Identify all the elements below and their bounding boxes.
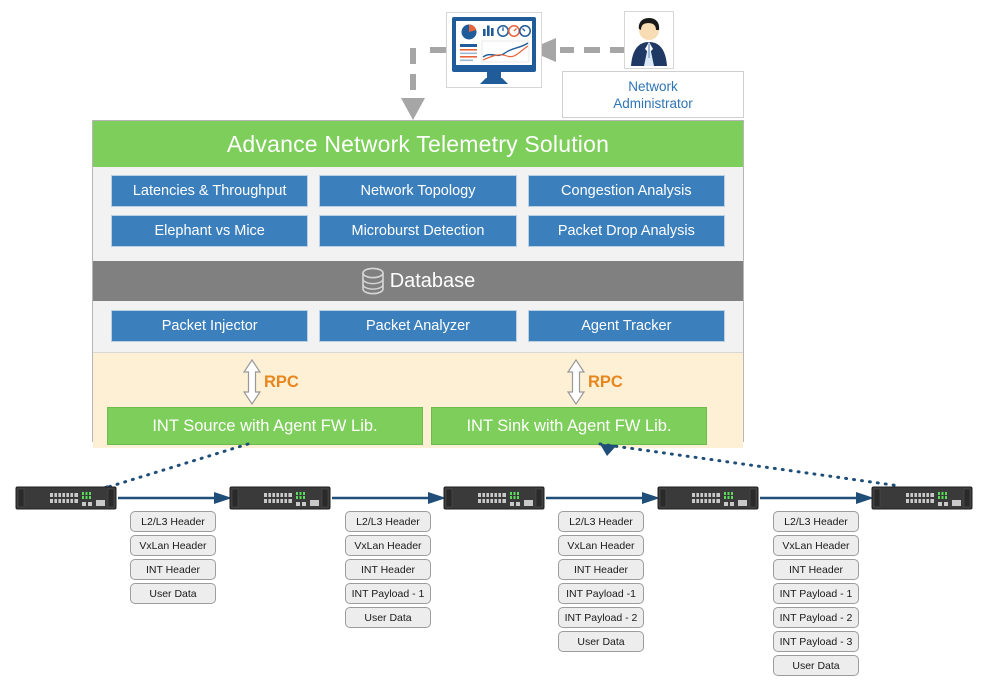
- person-avatar-icon: [625, 12, 673, 68]
- packet-layer: INT Payload - 3: [773, 631, 859, 652]
- packet-stack-1: L2/L3 Header VxLan Header INT Header Use…: [130, 511, 216, 607]
- packet-layer: INT Payload - 1: [773, 583, 859, 604]
- packet-layer: VxLan Header: [345, 535, 431, 556]
- service-packet-analyzer[interactable]: Packet Analyzer: [319, 310, 517, 342]
- feature-microburst-detection[interactable]: Microburst Detection: [319, 215, 517, 247]
- database-bar: Database: [93, 261, 743, 301]
- network-switch-icon: [15, 486, 117, 510]
- network-switch-2[interactable]: [229, 486, 331, 510]
- service-row: Packet Injector Packet Analyzer Agent Tr…: [111, 310, 725, 342]
- feature-row-1: Latencies & Throughput Network Topology …: [111, 175, 725, 207]
- packet-layer: User Data: [558, 631, 644, 652]
- dashboard-monitor-icon: [452, 17, 536, 84]
- packet-layer: INT Payload - 2: [773, 607, 859, 628]
- packet-layer: L2/L3 Header: [773, 511, 859, 532]
- database-cylinder-icon: [361, 267, 384, 295]
- service-buttons-zone: Packet Injector Packet Analyzer Agent Tr…: [93, 301, 743, 352]
- packet-stack-3: L2/L3 Header VxLan Header INT Header INT…: [558, 511, 644, 655]
- packet-layer: User Data: [773, 655, 859, 676]
- packet-layer: INT Header: [558, 559, 644, 580]
- int-source-to-first-switch-dotted-line: [90, 442, 250, 494]
- packet-layer: L2/L3 Header: [345, 511, 431, 532]
- service-agent-tracker[interactable]: Agent Tracker: [527, 310, 725, 342]
- packet-layer: User Data: [345, 607, 431, 628]
- admin-label-line1: Network: [628, 78, 678, 94]
- packet-layer: VxLan Header: [130, 535, 216, 556]
- diagram-canvas: Network Administrator Advance Network Te…: [0, 0, 982, 692]
- network-switch-icon: [443, 486, 545, 510]
- feature-row-2: Elephant vs Mice Microburst Detection Pa…: [111, 215, 725, 247]
- int-sink-agent-box[interactable]: INT Sink with Agent FW Lib.: [431, 407, 707, 445]
- int-sink-to-last-switch-dotted-line: [598, 442, 902, 488]
- feature-network-topology[interactable]: Network Topology: [319, 175, 517, 207]
- network-switch-icon: [229, 486, 331, 510]
- feature-elephant-vs-mice[interactable]: Elephant vs Mice: [111, 215, 309, 247]
- packet-stack-2: L2/L3 Header VxLan Header INT Header INT…: [345, 511, 431, 631]
- monitor-to-solution-arrowhead: [401, 98, 425, 120]
- packet-layer: User Data: [130, 583, 216, 604]
- network-switch-icon: [657, 486, 759, 510]
- packet-layer: INT Header: [345, 559, 431, 580]
- packet-stack-4: L2/L3 Header VxLan Header INT Header INT…: [773, 511, 859, 679]
- telemetry-solution-container: Advance Network Telemetry Solution Laten…: [92, 120, 744, 448]
- packet-layer: INT Payload - 1: [345, 583, 431, 604]
- packet-layer: INT Payload - 2: [558, 607, 644, 628]
- network-switch-5[interactable]: [871, 486, 973, 510]
- packet-layer: INT Header: [773, 559, 859, 580]
- packet-layer: L2/L3 Header: [558, 511, 644, 532]
- network-switch-3[interactable]: [443, 486, 545, 510]
- rpc-group-right: RPC: [566, 358, 623, 406]
- packet-layer: VxLan Header: [773, 535, 859, 556]
- network-switch-1[interactable]: [15, 486, 117, 510]
- rpc-label-left: RPC: [264, 372, 299, 391]
- feature-buttons-zone: Latencies & Throughput Network Topology …: [93, 167, 743, 261]
- rpc-group-left: RPC: [242, 358, 299, 406]
- feature-latencies-throughput[interactable]: Latencies & Throughput: [111, 175, 309, 207]
- double-headed-vertical-arrow-icon-right: [566, 358, 586, 406]
- packet-layer: INT Payload -1: [558, 583, 644, 604]
- packet-layer: L2/L3 Header: [130, 511, 216, 532]
- feature-packet-drop-analysis[interactable]: Packet Drop Analysis: [527, 215, 725, 247]
- network-administrator-label: Network Administrator: [562, 71, 744, 118]
- rpc-label-right: RPC: [588, 372, 623, 391]
- network-switch-4[interactable]: [657, 486, 759, 510]
- feature-congestion-analysis[interactable]: Congestion Analysis: [527, 175, 725, 207]
- service-packet-injector[interactable]: Packet Injector: [111, 310, 309, 342]
- network-administrator-avatar: [624, 11, 674, 69]
- network-switch-icon: [871, 486, 973, 510]
- int-source-agent-box[interactable]: INT Source with Agent FW Lib.: [107, 407, 423, 445]
- admin-label-line2: Administrator: [613, 95, 693, 111]
- packet-layer: INT Header: [130, 559, 216, 580]
- solution-title: Advance Network Telemetry Solution: [93, 121, 743, 167]
- double-headed-vertical-arrow-icon-left: [242, 358, 262, 406]
- packet-layer: VxLan Header: [558, 535, 644, 556]
- database-label: Database: [389, 269, 476, 292]
- telemetry-monitor: [446, 12, 542, 88]
- rpc-agent-zone: RPC RPC INT Source with Agent FW Lib. IN…: [93, 352, 743, 448]
